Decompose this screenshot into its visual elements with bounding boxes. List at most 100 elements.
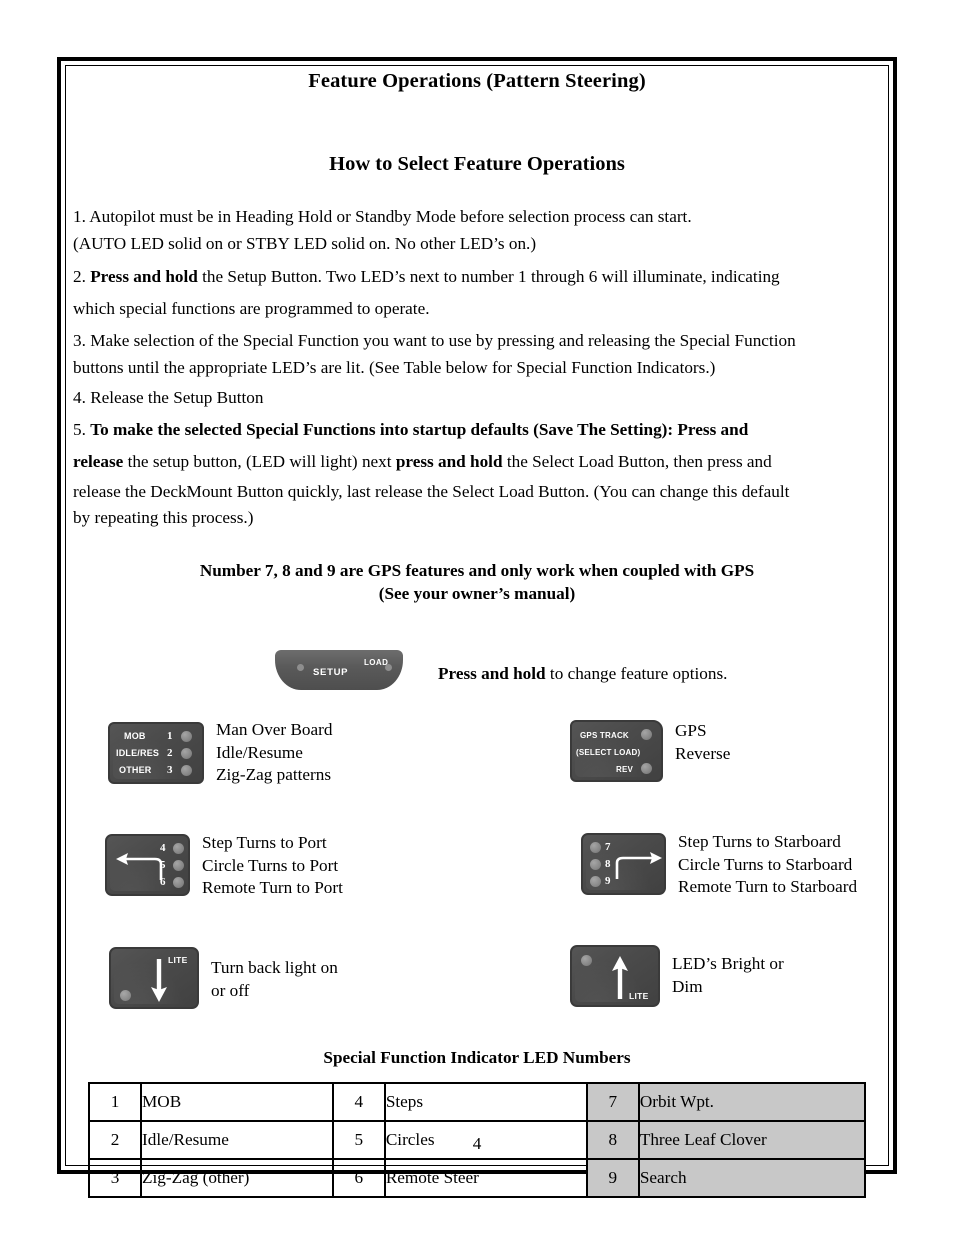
panel-mob-led-3-icon <box>181 764 192 776</box>
load-button-label: LOAD <box>364 657 389 667</box>
gps-note-line-2: (See your owner’s manual) <box>378 583 576 603</box>
setup-button-row: SETUP LOAD Press and hold to change feat… <box>73 648 881 704</box>
step-4: 4. Release the Setup Button <box>73 387 264 407</box>
panel-mob-led-2-icon <box>181 747 192 759</box>
step-1-line-2: (AUTO LED solid on or STBY LED solid on.… <box>73 233 537 253</box>
panel-backlight-caption-line-2: or off <box>211 980 250 1000</box>
panel-mob[interactable]: MOB IDLE/RES OTHER 1 2 3 <box>108 721 204 784</box>
panel-backlight-led-icon <box>120 989 131 1001</box>
table-row: 3 Zig-Zag (other) 6 Remote Steer 9 Searc… <box>88 1157 867 1198</box>
panel-gps-led-1-icon <box>641 728 652 740</box>
gps-feature-note: Number 7, 8 and 9 are GPS features and o… <box>73 560 881 605</box>
setup-led-left-icon <box>297 663 304 671</box>
panel-starboard-number-1: 7 <box>605 840 611 853</box>
panel-port-number-2: 5 <box>160 858 166 871</box>
panel-port-number-1: 4 <box>160 841 166 854</box>
step-2-line-1: 2. Press and hold the Setup Button. Two … <box>73 263 881 291</box>
panel-port-caption-line-1: Step Turns to Port <box>202 832 327 852</box>
setup-button-caption: Press and hold to change feature options… <box>438 664 727 684</box>
panel-brightness-label: LITE <box>629 990 649 1001</box>
panel-starboard-caption-line-2: Circle Turns to Starboard <box>678 854 853 874</box>
cell-number-9: 9 <box>585 1157 640 1198</box>
step-1-line-1: 1. Autopilot must be in Heading Hold or … <box>73 207 692 226</box>
panel-block-gps: GPS TRACK (SELECT LOAD) REV GPS Reverse <box>570 719 731 782</box>
step-5-text-2: the Select Load Button, then press and <box>506 452 772 472</box>
panel-block-brightness: LITE LED’s Bright or Dim <box>570 944 784 1007</box>
setup-load-button-image[interactable]: SETUP LOAD <box>275 649 403 696</box>
table-row: 1 MOB 4 Steps 7 Orbit Wpt. <box>88 1081 867 1122</box>
step-2-line-2: which special functions are programmed t… <box>73 298 430 318</box>
panel-mob-label-2: IDLE/RES <box>116 747 160 758</box>
panel-starboard-led-3-icon <box>590 875 601 887</box>
panel-port-led-2-icon <box>173 859 184 871</box>
page-title: Feature Operations (Pattern Steering) <box>308 70 646 92</box>
step-5-number: 5. <box>73 420 86 440</box>
panel-mob-caption-line-1: Man Over Board <box>216 719 333 739</box>
step-3-line-2: buttons until the appropriate LED’s are … <box>73 357 716 377</box>
step-5-line-4: by repeating this process.) <box>73 508 254 528</box>
panel-backlight-caption: Turn back light on or off <box>211 957 338 1003</box>
setup-button-label: SETUP <box>313 666 349 678</box>
panel-gps-label-1: GPS TRACK <box>580 730 629 740</box>
panel-gps-caption-line-2: Reverse <box>675 743 731 763</box>
panel-brightness-caption: LED’s Bright or Dim <box>672 953 784 999</box>
cell-function-3: Zig-Zag (other) <box>140 1157 334 1198</box>
step-2-number: 2. <box>73 266 86 286</box>
panel-block-mob: MOB IDLE/RES OTHER 1 2 3 Man Over Board … <box>108 719 333 788</box>
panel-backlight-caption-line-1: Turn back light on <box>211 957 338 977</box>
cell-function-9: Search <box>637 1157 867 1198</box>
panel-mob-caption-line-2: Idle/Resume <box>216 742 303 762</box>
cell-number-3: 3 <box>88 1157 142 1198</box>
panel-gps-label-2: (SELECT LOAD) <box>576 747 641 757</box>
gps-note-line-1: Number 7, 8 and 9 are GPS features and o… <box>199 561 755 581</box>
panel-brightness[interactable]: LITE <box>570 944 660 1007</box>
panel-starboard-led-2-icon <box>590 858 601 870</box>
setup-button-face: SETUP LOAD <box>275 649 403 690</box>
panel-block-port: 4 5 6 Step Turns to Port Circle Turns to… <box>105 832 343 901</box>
panel-mob-label-3: OTHER <box>119 764 152 775</box>
panel-port-caption-line-3: Remote Turn to Port <box>202 878 343 898</box>
step-5-line-1: 5. To make the selected Special Function… <box>73 416 881 444</box>
panel-gps-caption-line-1: GPS <box>675 720 707 740</box>
step-5-emphasis-3: press and hold <box>395 452 503 472</box>
panel-backlight[interactable]: LITE <box>109 946 199 1009</box>
panel-port-led-3-icon <box>173 876 184 888</box>
panel-port-turns[interactable]: 4 5 6 <box>105 833 190 896</box>
step-2-emphasis: Press and hold <box>90 266 198 286</box>
instruction-steps: 1. Autopilot must be in Heading Hold or … <box>73 206 881 530</box>
cell-number-7: 7 <box>585 1081 640 1122</box>
arrow-up-icon <box>612 955 628 999</box>
panel-starboard-number-3: 9 <box>605 874 611 887</box>
panel-brightness-caption-line-2: Dim <box>672 976 703 996</box>
step-3-line-1: 3. Make selection of the Special Functio… <box>73 330 796 350</box>
panel-starboard-caption-line-3: Remote Turn to Starboard <box>678 877 858 897</box>
panel-gps[interactable]: GPS TRACK (SELECT LOAD) REV <box>570 719 663 782</box>
step-2-text: the Setup Button. Two LED’s next to numb… <box>202 266 780 286</box>
setup-caption-text: to change feature options. <box>549 663 728 683</box>
panel-port-caption-line-2: Circle Turns to Port <box>202 855 339 875</box>
panel-backlight-label: LITE <box>168 954 188 965</box>
step-5-emphasis-2: release <box>73 452 124 472</box>
panel-brightness-led-icon <box>581 954 592 966</box>
panel-mob-number-2: 2 <box>167 746 173 759</box>
panel-gps-label-3: REV <box>616 764 634 774</box>
feature-panels: MOB IDLE/RES OTHER 1 2 3 Man Over Board … <box>73 719 881 1022</box>
page-number: 4 <box>472 1134 482 1153</box>
cell-function-7: Orbit Wpt. <box>637 1081 867 1122</box>
arrow-left-icon <box>116 852 163 880</box>
setup-caption-emphasis: Press and hold <box>438 663 546 683</box>
panel-mob-caption-line-3: Zig-Zag patterns <box>216 765 332 785</box>
page-content: Feature Operations (Pattern Steering) Ho… <box>73 62 881 1198</box>
cell-number-6: 6 <box>331 1157 386 1198</box>
panel-mob-number-3: 3 <box>167 763 173 776</box>
panel-starboard-led-1-icon <box>590 841 601 853</box>
panel-starboard-caption: Step Turns to Starboard Circle Turns to … <box>678 831 857 900</box>
panel-port-number-3: 6 <box>160 875 166 888</box>
table-title: Special Function Indicator LED Numbers <box>323 1047 631 1067</box>
panel-mob-label-1: MOB <box>124 730 146 741</box>
panel-starboard-caption-line-1: Step Turns to Starboard <box>678 831 841 851</box>
cell-function-1: MOB <box>140 1081 334 1122</box>
panel-port-led-1-icon <box>173 842 184 854</box>
step-5-line-3: release the DeckMount Button quickly, la… <box>73 481 790 501</box>
panel-starboard-turns[interactable]: 7 8 9 <box>581 832 666 895</box>
